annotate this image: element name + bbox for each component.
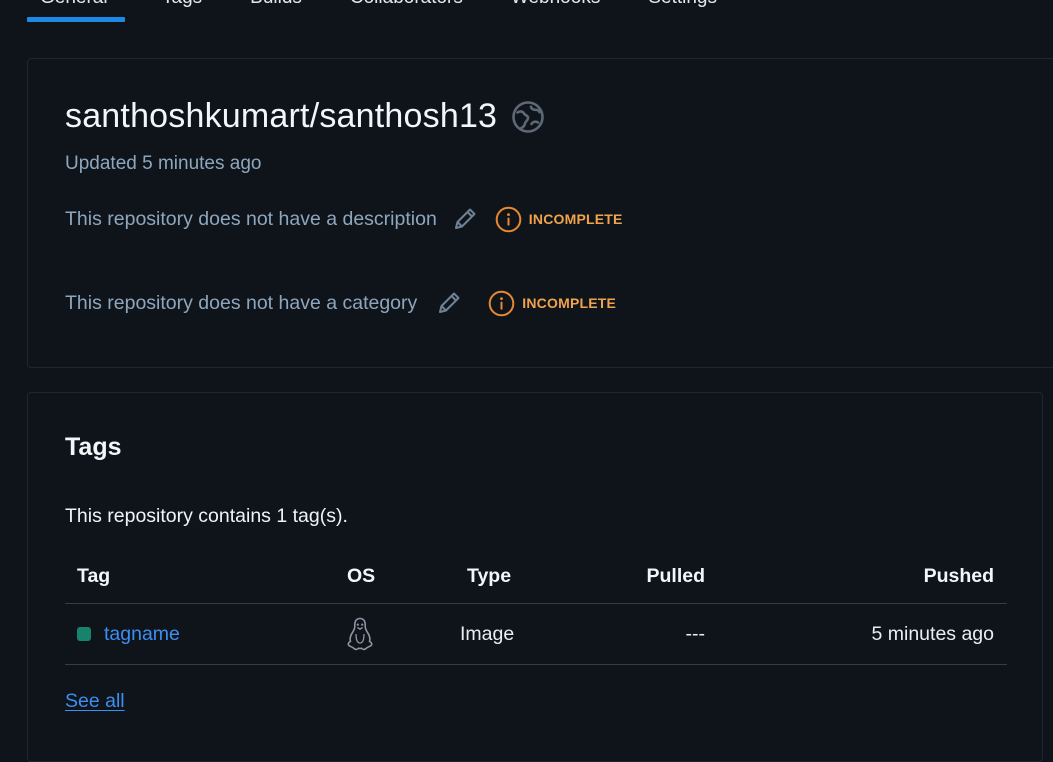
tags-summary: This repository contains 1 tag(s). [65,505,348,527]
column-header-tag: Tag [77,564,111,587]
edit-description-pencil-icon[interactable] [451,205,479,233]
repository-info-card: santhoshkumart/santhosh13 Updated 5 minu… [27,58,1053,368]
pulled-cell: --- [685,622,705,645]
category-row: This repository does not have a category… [65,289,616,317]
category-incomplete-badge: INCOMPLETE [488,290,616,317]
description-text: This repository does not have a descript… [65,207,437,230]
tab-builds[interactable]: Builds [237,0,315,22]
tab-label: Webhooks [511,0,600,10]
table-row: tagname Image --- 5 minutes ago [65,604,1007,665]
tab-settings[interactable]: Settings [635,0,730,22]
badge-label: INCOMPLETE [528,211,623,227]
edit-category-pencil-icon[interactable] [435,289,463,317]
badge-label: INCOMPLETE [522,295,617,311]
category-text: This repository does not have a category [65,291,418,314]
tab-webhooks[interactable]: Webhooks [498,0,613,22]
see-all-tags-link[interactable]: See all [65,690,125,713]
tab-label: Collaborators [350,0,463,10]
info-icon [488,290,515,317]
tag-cell: tagname [77,604,180,664]
table-header-row: Tag OS Type Pulled Pushed [65,549,1007,604]
description-incomplete-badge: INCOMPLETE [495,206,623,233]
globe-icon [511,100,545,134]
description-row: This repository does not have a descript… [65,205,623,233]
repo-updated-time: Updated 5 minutes ago [65,153,262,174]
column-header-type: Type [467,564,512,587]
info-icon [495,206,522,233]
active-tab-indicator [27,17,125,22]
tags-heading: Tags [65,433,122,461]
linux-icon [345,616,375,652]
tab-tags[interactable]: Tags [149,0,215,22]
tab-label: Settings [648,0,717,10]
tab-label: Tags [162,0,202,10]
tag-status-indicator [77,627,91,641]
tags-table: Tag OS Type Pulled Pushed tagname Image … [65,549,1007,665]
type-cell: Image [460,622,515,645]
os-cell [346,604,374,664]
column-header-pulled: Pulled [646,564,705,587]
repo-title-row: santhoshkumart/santhosh13 [65,97,545,136]
repo-title: santhoshkumart/santhosh13 [65,97,498,135]
repo-tabs: General Tags Builds Collaborators Webhoo… [27,0,730,22]
column-header-pushed: Pushed [923,564,994,587]
tab-collaborators[interactable]: Collaborators [337,0,476,22]
tab-label: Builds [250,0,302,10]
tab-general[interactable]: General [27,0,125,22]
tab-label: General [40,0,108,10]
tag-name-link[interactable]: tagname [104,623,180,646]
column-header-os: OS [347,564,376,587]
tags-card: Tags This repository contains 1 tag(s). … [27,392,1043,762]
pushed-cell: 5 minutes ago [871,622,995,645]
